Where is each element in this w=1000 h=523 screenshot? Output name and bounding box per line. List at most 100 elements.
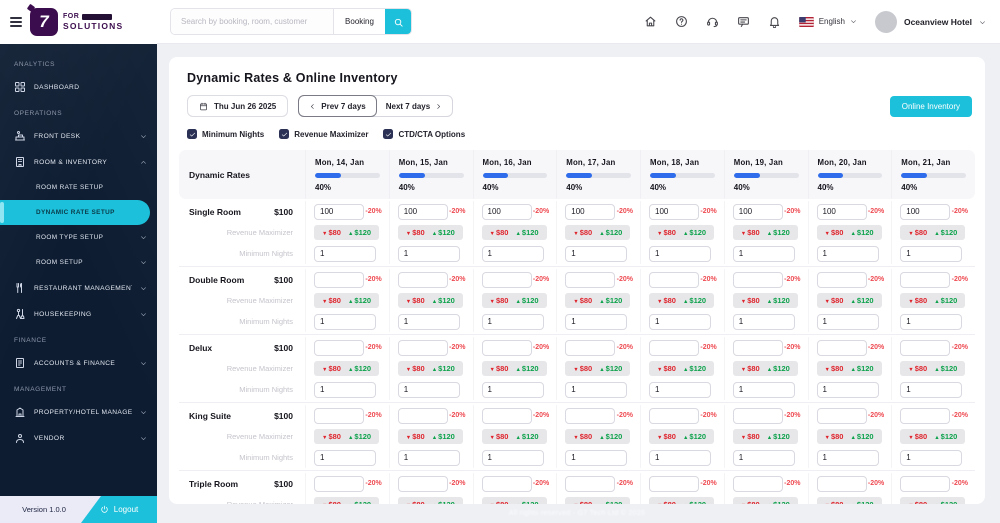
- sidebar-subitem-room-setup[interactable]: ROOM SETUP: [0, 250, 157, 275]
- logo[interactable]: 7 FOR SOLUTIONS: [30, 8, 123, 36]
- revenue-maximizer-pill[interactable]: ▼$80▲$120: [816, 225, 882, 240]
- rate-input[interactable]: [900, 339, 951, 356]
- account-menu[interactable]: Oceanview Hotel: [874, 10, 986, 33]
- rate-input[interactable]: [649, 407, 699, 424]
- rate-input[interactable]: [314, 339, 364, 356]
- rate-input[interactable]: [314, 271, 364, 288]
- rate-input[interactable]: [900, 475, 951, 492]
- minimum-nights-input[interactable]: [900, 313, 963, 330]
- revenue-maximizer-pill[interactable]: ▼$80▲$120: [397, 225, 463, 240]
- minimum-nights-input[interactable]: [900, 381, 963, 398]
- rate-input[interactable]: [314, 203, 364, 220]
- rate-input[interactable]: [649, 203, 699, 220]
- revenue-maximizer-pill[interactable]: ▼$80▲$120: [732, 497, 798, 504]
- revenue-maximizer-pill[interactable]: ▼$80▲$120: [816, 429, 882, 444]
- revenue-maximizer-pill[interactable]: ▼$80▲$120: [649, 361, 715, 376]
- rate-input[interactable]: [314, 407, 364, 424]
- revenue-maximizer-pill[interactable]: ▼$80▲$120: [481, 497, 547, 504]
- sidebar-subitem-dynamic-rate-setup[interactable]: DYNAMIC RATE SETUP: [0, 200, 150, 225]
- revenue-maximizer-pill[interactable]: ▼$80▲$120: [481, 293, 547, 308]
- rate-input[interactable]: [900, 203, 951, 220]
- minimum-nights-input[interactable]: [565, 245, 628, 262]
- revenue-maximizer-pill[interactable]: ▼$80▲$120: [649, 497, 715, 504]
- minimum-nights-input[interactable]: [481, 313, 544, 330]
- rate-input[interactable]: [900, 407, 951, 424]
- rate-input[interactable]: [816, 407, 867, 424]
- revenue-maximizer-pill[interactable]: ▼$80▲$120: [732, 429, 798, 444]
- minimum-nights-input[interactable]: [732, 449, 795, 466]
- online-inventory-button[interactable]: Online Inventory: [889, 95, 972, 117]
- minimum-nights-input[interactable]: [816, 313, 879, 330]
- minimum-nights-input[interactable]: [732, 313, 795, 330]
- revenue-maximizer-pill[interactable]: ▼$80▲$120: [816, 293, 882, 308]
- rate-input[interactable]: [732, 407, 783, 424]
- minimum-nights-input[interactable]: [649, 449, 711, 466]
- sidebar-item-vendor[interactable]: VENDOR: [0, 425, 157, 451]
- revenue-maximizer-pill[interactable]: ▼$80▲$120: [565, 429, 631, 444]
- rate-input[interactable]: [565, 407, 616, 424]
- rate-input[interactable]: [397, 339, 448, 356]
- minimum-nights-input[interactable]: [397, 381, 460, 398]
- next-7-days-button[interactable]: Next 7 days: [376, 96, 452, 116]
- revenue-maximizer-pill[interactable]: ▼$80▲$120: [732, 225, 798, 240]
- logout-button[interactable]: Logout: [81, 496, 157, 523]
- minimum-nights-input[interactable]: [649, 313, 711, 330]
- revenue-maximizer-pill[interactable]: ▼$80▲$120: [565, 293, 631, 308]
- revenue-maximizer-pill[interactable]: ▼$80▲$120: [732, 293, 798, 308]
- rate-input[interactable]: [816, 271, 867, 288]
- rate-input[interactable]: [816, 475, 867, 492]
- messages-icon[interactable]: [737, 15, 750, 28]
- rate-input[interactable]: [397, 203, 448, 220]
- rate-input[interactable]: [481, 271, 532, 288]
- revenue-maximizer-pill[interactable]: ▼$80▲$120: [314, 293, 380, 308]
- revenue-maximizer-pill[interactable]: ▼$80▲$120: [397, 429, 463, 444]
- sidebar-subitem-room-rate-setup[interactable]: ROOM RATE SETUP: [0, 175, 157, 200]
- rate-input[interactable]: [732, 203, 783, 220]
- revenue-maximizer-pill[interactable]: ▼$80▲$120: [900, 361, 966, 376]
- rate-input[interactable]: [481, 475, 532, 492]
- filter-ctd-cta-options[interactable]: CTD/CTA Options: [383, 129, 465, 139]
- revenue-maximizer-pill[interactable]: ▼$80▲$120: [900, 293, 966, 308]
- revenue-maximizer-pill[interactable]: ▼$80▲$120: [481, 225, 547, 240]
- revenue-maximizer-pill[interactable]: ▼$80▲$120: [649, 429, 715, 444]
- minimum-nights-input[interactable]: [816, 245, 879, 262]
- revenue-maximizer-pill[interactable]: ▼$80▲$120: [565, 497, 631, 504]
- rate-input[interactable]: [900, 271, 951, 288]
- sidebar-item-restaurant-management[interactable]: RESTAURANT MANAGEMENT: [0, 275, 157, 301]
- filter-minimum-nights[interactable]: Minimum Nights: [187, 129, 264, 139]
- rate-input[interactable]: [565, 271, 616, 288]
- rate-input[interactable]: [481, 339, 532, 356]
- minimum-nights-input[interactable]: [314, 313, 376, 330]
- language-selector[interactable]: English: [798, 16, 857, 27]
- revenue-maximizer-pill[interactable]: ▼$80▲$120: [565, 361, 631, 376]
- sidebar-subitem-room-type-setup[interactable]: ROOM TYPE SETUP: [0, 225, 157, 250]
- filter-revenue-maximizer[interactable]: Revenue Maximizer: [279, 129, 368, 139]
- sidebar-item-accounts-finance[interactable]: ACCOUNTS & FINANCE: [0, 350, 157, 376]
- hamburger-menu-icon[interactable]: [10, 17, 22, 27]
- minimum-nights-input[interactable]: [565, 313, 628, 330]
- checkbox-checked-icon[interactable]: [383, 129, 394, 139]
- rate-input[interactable]: [649, 339, 699, 356]
- revenue-maximizer-pill[interactable]: ▼$80▲$120: [732, 361, 798, 376]
- rate-input[interactable]: [397, 407, 448, 424]
- search-input[interactable]: [171, 9, 333, 34]
- rate-input[interactable]: [732, 339, 783, 356]
- rate-input[interactable]: [732, 271, 783, 288]
- rate-input[interactable]: [565, 339, 616, 356]
- checkbox-checked-icon[interactable]: [187, 129, 197, 139]
- minimum-nights-input[interactable]: [900, 449, 963, 466]
- support-headset-icon[interactable]: [706, 15, 719, 28]
- rate-input[interactable]: [481, 407, 532, 424]
- minimum-nights-input[interactable]: [481, 381, 544, 398]
- search-button[interactable]: [385, 9, 411, 34]
- rate-input[interactable]: [732, 475, 783, 492]
- rate-input[interactable]: [565, 203, 616, 220]
- minimum-nights-input[interactable]: [732, 381, 795, 398]
- minimum-nights-input[interactable]: [816, 381, 879, 398]
- revenue-maximizer-pill[interactable]: ▼$80▲$120: [314, 429, 380, 444]
- minimum-nights-input[interactable]: [481, 245, 544, 262]
- minimum-nights-input[interactable]: [314, 449, 376, 466]
- minimum-nights-input[interactable]: [397, 449, 460, 466]
- rate-input[interactable]: [649, 271, 699, 288]
- help-icon[interactable]: [675, 15, 688, 28]
